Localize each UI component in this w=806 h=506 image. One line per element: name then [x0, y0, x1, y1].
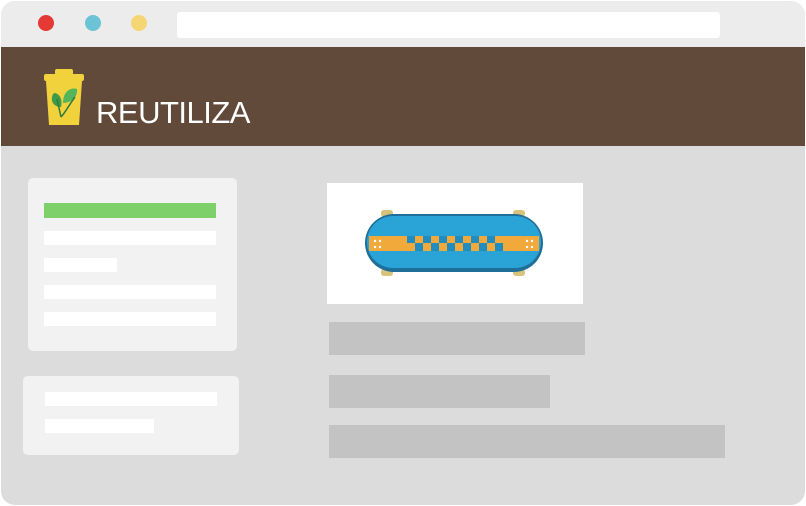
- sidebar-item-highlight[interactable]: [44, 203, 216, 218]
- maximize-window-button[interactable]: [131, 15, 147, 31]
- close-window-button[interactable]: [38, 15, 54, 31]
- sidebar-item[interactable]: [45, 392, 217, 406]
- browser-window: REUTILIZA: [1, 1, 805, 505]
- skateboard-icon: [365, 210, 543, 276]
- brand-name[interactable]: REUTILIZA: [96, 95, 250, 131]
- address-bar[interactable]: [177, 12, 720, 38]
- title-bar: [1, 1, 805, 47]
- recycle-bin-leaf-icon[interactable]: [41, 69, 87, 127]
- content-line: [329, 375, 550, 408]
- minimize-window-button[interactable]: [85, 15, 101, 31]
- sidebar-item[interactable]: [44, 285, 216, 299]
- sidebar-item[interactable]: [44, 312, 216, 326]
- site-header: REUTILIZA: [1, 47, 805, 146]
- product-image[interactable]: [327, 183, 583, 304]
- sidebar-item[interactable]: [44, 258, 117, 272]
- content-line: [329, 425, 725, 458]
- content-line: [329, 322, 585, 355]
- sidebar-item[interactable]: [44, 231, 216, 245]
- sidebar-card-primary: [28, 178, 237, 351]
- sidebar-item[interactable]: [45, 419, 154, 433]
- sidebar-card-secondary: [23, 376, 239, 455]
